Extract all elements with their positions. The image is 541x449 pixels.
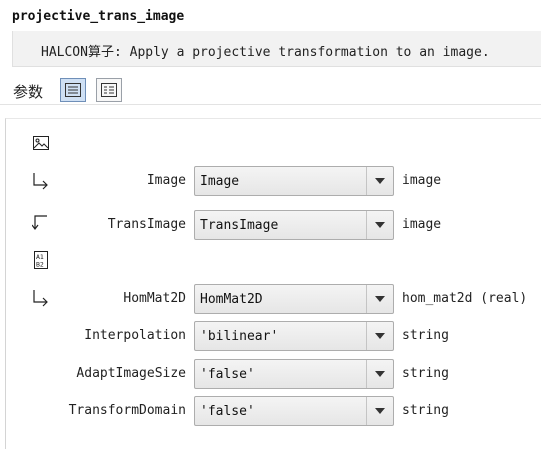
dropdown-button-image[interactable] xyxy=(366,167,393,195)
param-label-transformdomain: TransformDomain xyxy=(68,403,186,418)
parameter-toolbar: 参数 xyxy=(0,76,541,105)
input-arrow-icon xyxy=(33,290,48,307)
chevron-down-icon xyxy=(375,296,385,302)
detail-view-button[interactable] xyxy=(96,78,122,102)
output-arrow-icon xyxy=(32,215,47,230)
param-value-interpolation: 'bilinear' xyxy=(200,329,279,344)
param-label-image: Image xyxy=(146,173,186,188)
param-value-transformdomain: 'false' xyxy=(200,404,255,419)
param-value-image: Image xyxy=(200,174,240,189)
param-type-image: image xyxy=(402,173,442,188)
dropdown-button-adaptimagesize[interactable] xyxy=(366,360,393,388)
detail-view-icon xyxy=(101,83,117,97)
operator-description-box: HALCON算子: Apply a projective transformat… xyxy=(12,31,541,67)
param-label-interpolation: Interpolation xyxy=(84,328,186,343)
operator-description: HALCON算子: Apply a projective transformat… xyxy=(41,45,490,60)
param-value-hommat2d: HomMat2D xyxy=(200,292,263,307)
chevron-down-icon xyxy=(375,178,385,184)
param-label-transimage: TransImage xyxy=(107,217,186,232)
param-type-interpolation: string xyxy=(402,328,449,343)
param-value-transimage: TransImage xyxy=(200,218,279,233)
param-label-hommat2d: HomMat2D xyxy=(123,291,186,306)
operator-title: projective_trans_image xyxy=(12,9,185,24)
image-section-icon xyxy=(33,136,49,150)
dropdown-button-hommat2d[interactable] xyxy=(366,285,393,313)
param-combo-image[interactable]: Image xyxy=(194,166,394,196)
svg-text:B2: B2 xyxy=(36,261,44,269)
list-view-button[interactable] xyxy=(60,78,86,102)
control-section-icon: A1 B2 xyxy=(34,251,48,269)
dropdown-button-interpolation[interactable] xyxy=(366,322,393,350)
param-combo-transformdomain[interactable]: 'false' xyxy=(194,396,394,426)
dropdown-button-transimage[interactable] xyxy=(366,211,393,239)
chevron-down-icon xyxy=(375,222,385,228)
chevron-down-icon xyxy=(375,333,385,339)
param-type-hommat2d: hom_mat2d (real) xyxy=(402,291,528,306)
param-type-transimage: image xyxy=(402,217,442,232)
param-value-adaptimagesize: 'false' xyxy=(200,367,255,382)
chevron-down-icon xyxy=(375,371,385,377)
param-combo-hommat2d[interactable]: HomMat2D xyxy=(194,284,394,314)
param-combo-adaptimagesize[interactable]: 'false' xyxy=(194,359,394,389)
param-type-transformdomain: string xyxy=(402,403,449,418)
toolbar-label: 参数 xyxy=(13,83,44,101)
param-type-adaptimagesize: string xyxy=(402,366,449,381)
param-combo-interpolation[interactable]: 'bilinear' xyxy=(194,321,394,351)
param-combo-transimage[interactable]: TransImage xyxy=(194,210,394,240)
input-arrow-icon xyxy=(33,173,48,190)
param-label-adaptimagesize: AdaptImageSize xyxy=(76,366,186,381)
chevron-down-icon xyxy=(375,408,385,414)
dropdown-button-transformdomain[interactable] xyxy=(366,397,393,425)
list-view-icon xyxy=(65,83,81,97)
